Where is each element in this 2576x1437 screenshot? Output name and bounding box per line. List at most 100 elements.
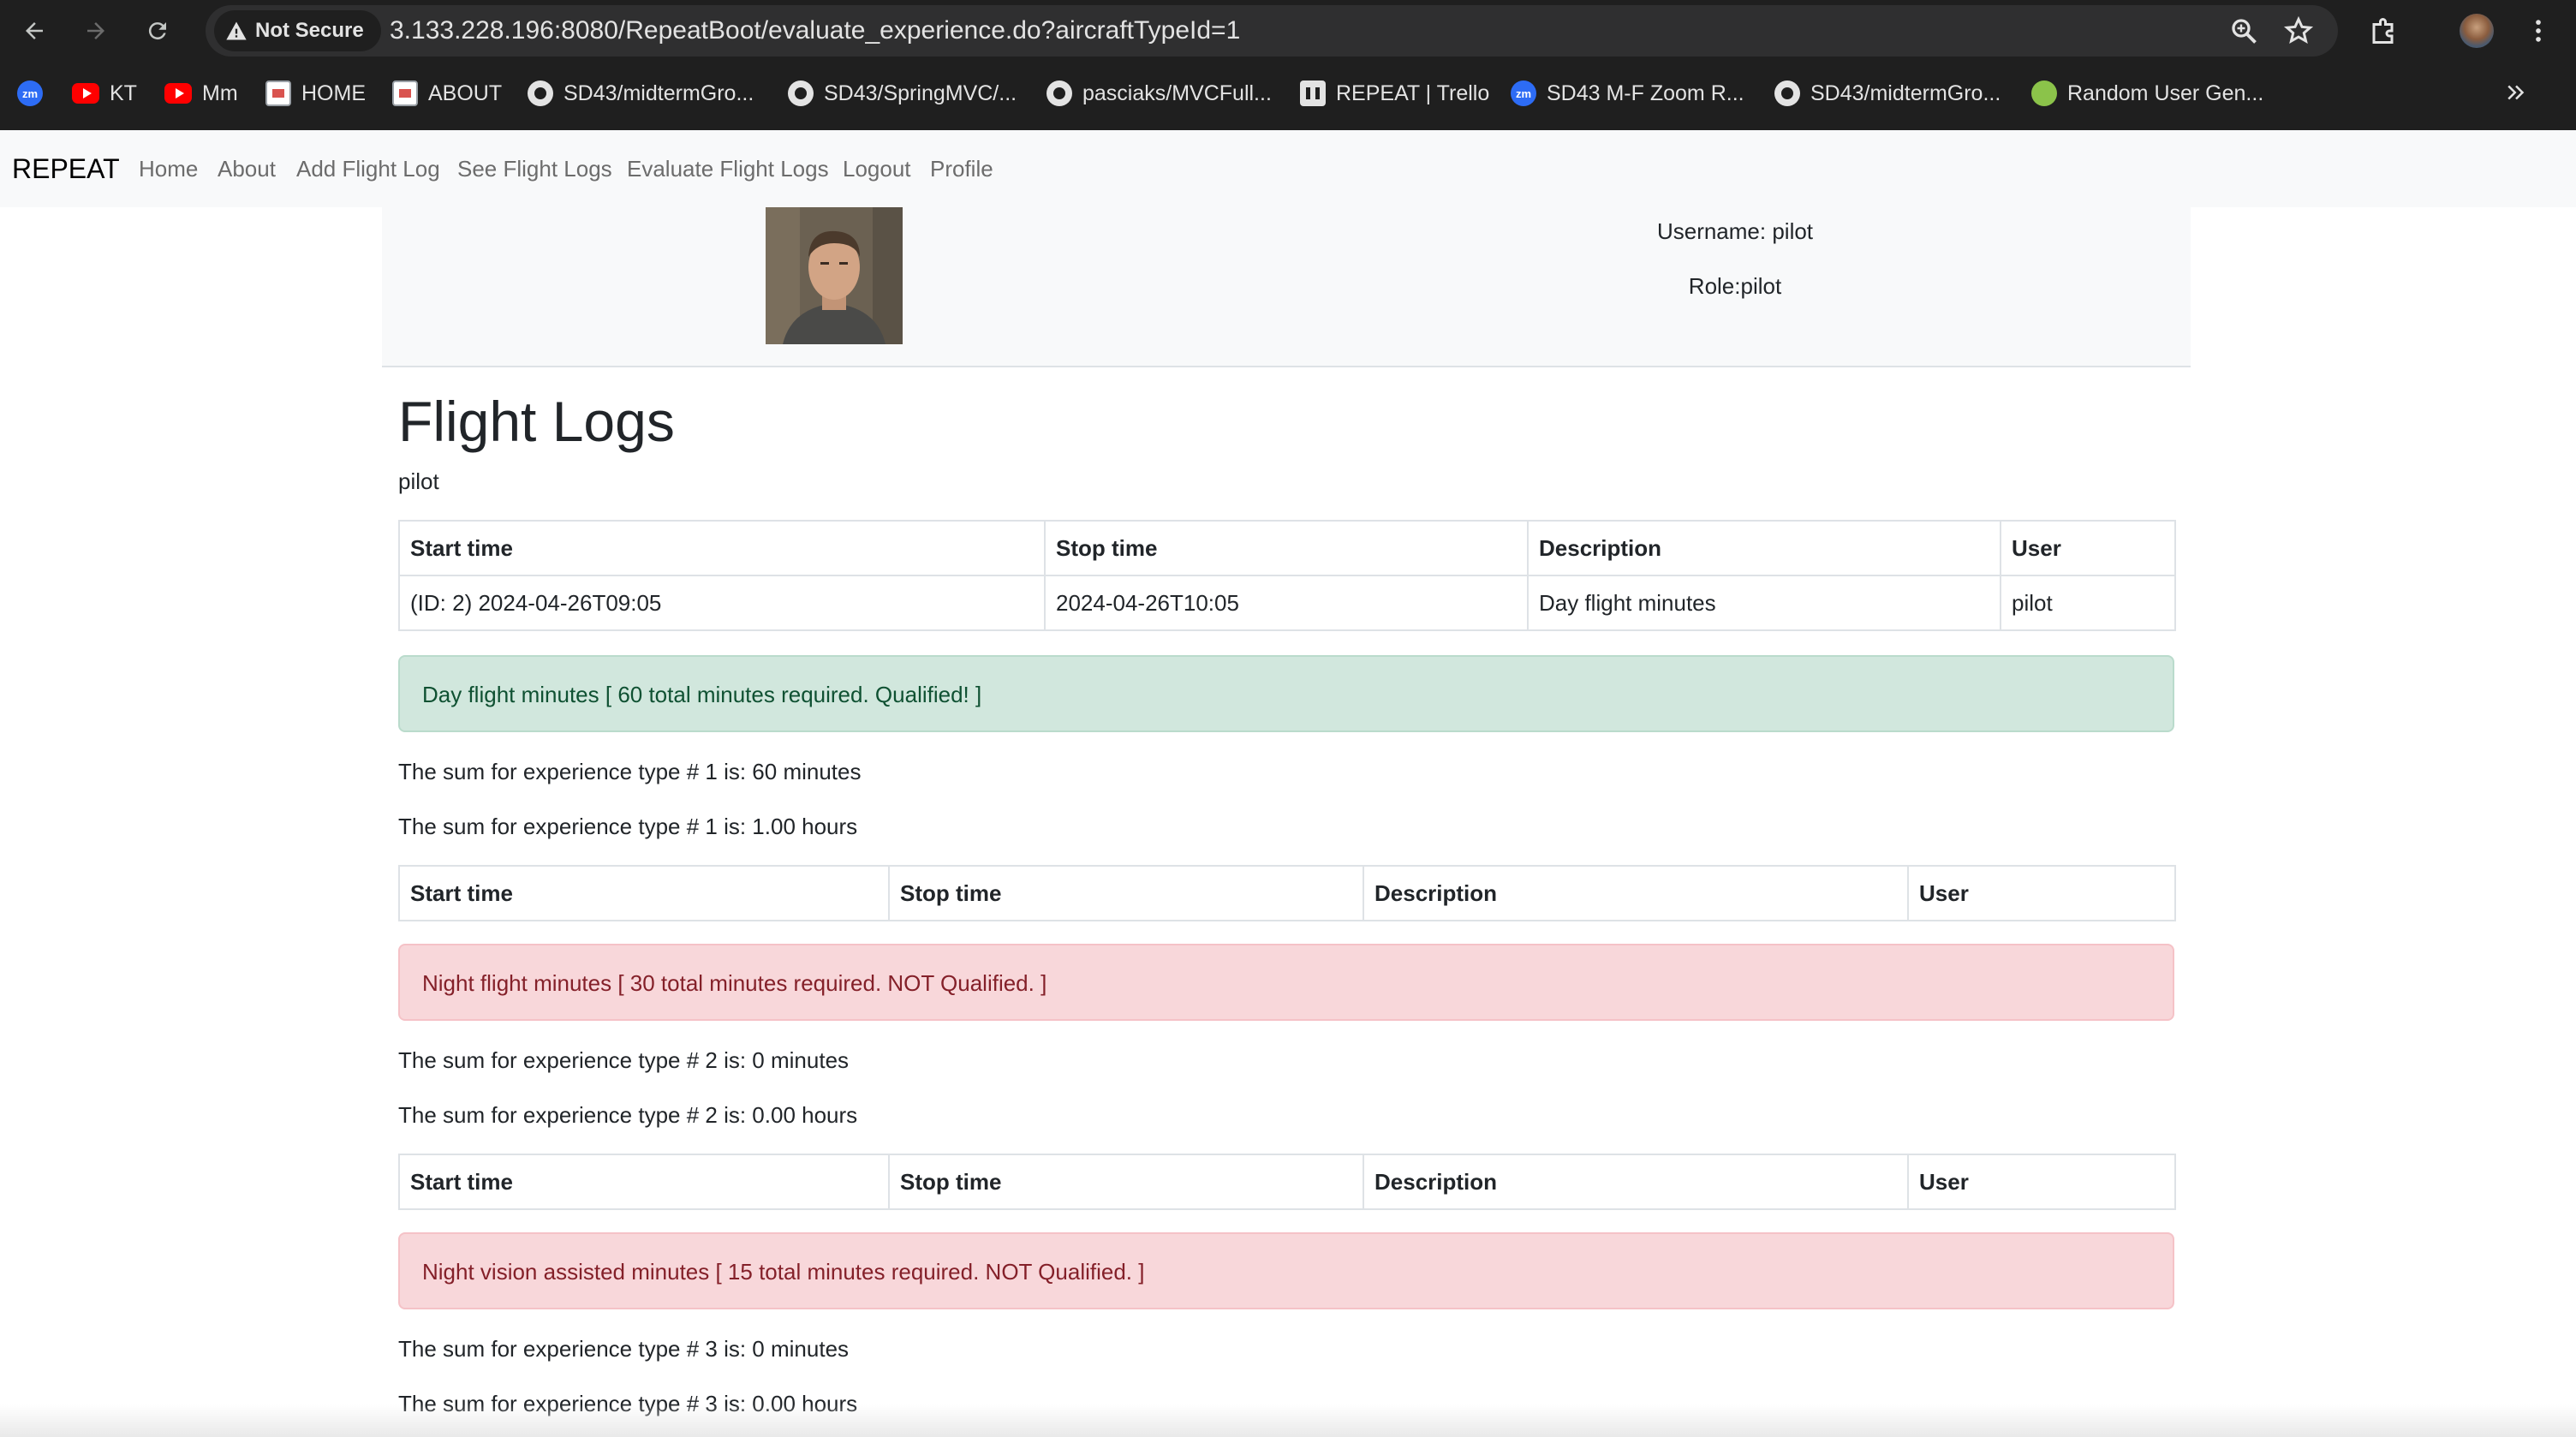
- sum-minutes-type-1: The sum for experience type # 1 is: 60 m…: [398, 759, 862, 784]
- browser-chrome: Not Secure 3.133.228.196:8080/RepeatBoot…: [0, 0, 2576, 130]
- bookmark-github-springmvc[interactable]: SD43/SpringMVC/...: [788, 72, 1017, 115]
- bookmark-label: SD43/SpringMVC/...: [824, 80, 1017, 105]
- column-header: Start time: [398, 1154, 890, 1210]
- username-label: Username: pilot: [1656, 218, 1814, 244]
- forward-button[interactable]: [77, 12, 115, 50]
- bookmark-label: KT: [110, 80, 137, 105]
- sum-hours-type-2: The sum for experience type # 2 is: 0.00…: [398, 1102, 858, 1128]
- table-header-row: Start time Stop time Description User: [398, 520, 2176, 576]
- random-user-icon: [2031, 80, 2057, 106]
- bookmarks-bar: zm KT Mm HOME ABOUT SD43/midtermGro... S…: [0, 72, 2576, 115]
- bookmark-home[interactable]: HOME: [265, 72, 366, 115]
- nav-evaluate-flight-logs[interactable]: Evaluate Flight Logs: [627, 130, 829, 207]
- bookmark-label: SD43/midtermGro...: [1810, 80, 2001, 105]
- column-header: Stop time: [888, 865, 1364, 921]
- flight-log-table-day: Start time Stop time Description User (I…: [398, 520, 2176, 631]
- bookmark-trello[interactable]: REPEAT | Trello: [1300, 72, 1489, 115]
- page-subtitle: pilot: [398, 468, 439, 494]
- stop-time-cell: 2024-04-26T10:05: [1044, 575, 1529, 631]
- zoom-icon: zm: [17, 80, 43, 106]
- column-header: Start time: [398, 865, 890, 921]
- user-cell: pilot: [2000, 575, 2176, 631]
- page-title: Flight Logs: [398, 390, 675, 453]
- zoom-magnifier-icon[interactable]: [2228, 15, 2259, 46]
- page-icon: [392, 80, 418, 106]
- bookmark-zoom[interactable]: zm: [17, 72, 43, 115]
- column-header: Start time: [398, 520, 1046, 576]
- github-icon: [1774, 80, 1800, 106]
- app-navbar: REPEAT Home About Add Flight Log See Fli…: [0, 130, 2576, 207]
- flight-log-table-night: Start time Stop time Description User: [398, 865, 2176, 921]
- qualification-alert-day: Day flight minutes [ 60 total minutes re…: [398, 655, 2174, 732]
- arrow-left-icon: [26, 22, 43, 39]
- nav-about[interactable]: About: [218, 130, 276, 207]
- qualification-alert-night: Night flight minutes [ 30 total minutes …: [398, 944, 2174, 1021]
- browser-toolbar: Not Secure 3.133.228.196:8080/RepeatBoot…: [0, 0, 2576, 62]
- profile-photo: [766, 207, 903, 344]
- extensions-button[interactable]: [2367, 14, 2401, 48]
- bookmark-zoom-room[interactable]: zm SD43 M-F Zoom R...: [1511, 72, 1744, 115]
- description-cell: Day flight minutes: [1527, 575, 2001, 631]
- start-time-cell: (ID: 2) 2024-04-26T09:05: [398, 575, 1046, 631]
- reload-button[interactable]: [139, 12, 176, 50]
- bookmark-random-user[interactable]: Random User Gen...: [2031, 72, 2263, 115]
- security-label: Not Secure: [255, 19, 364, 42]
- browser-menu-button[interactable]: [2521, 14, 2555, 48]
- bookmark-kt[interactable]: KT: [72, 72, 137, 115]
- url-text[interactable]: 3.133.228.196:8080/RepeatBoot/evaluate_e…: [390, 5, 1240, 57]
- table-header-row: Start time Stop time Description User: [398, 1154, 2176, 1210]
- warning-triangle-icon: [226, 21, 247, 40]
- nav-profile[interactable]: Profile: [930, 130, 993, 207]
- table-header-row: Start time Stop time Description User: [398, 865, 2176, 921]
- sum-minutes-type-2: The sum for experience type # 2 is: 0 mi…: [398, 1047, 850, 1073]
- bookmark-label: HOME: [301, 80, 366, 105]
- qualification-alert-night-vision: Night vision assisted minutes [ 15 total…: [398, 1232, 2174, 1309]
- role-label: Role:pilot: [1688, 273, 1782, 299]
- bookmark-github-midterm-1[interactable]: SD43/midtermGro...: [528, 72, 754, 115]
- column-header: Description: [1527, 520, 2001, 576]
- sum-hours-type-1: The sum for experience type # 1 is: 1.00…: [398, 814, 858, 839]
- zoom-icon: zm: [1511, 80, 1536, 106]
- trello-icon: [1300, 80, 1326, 106]
- bookmark-mm[interactable]: Mm: [164, 72, 238, 115]
- column-header: Description: [1363, 865, 1909, 921]
- column-header: Stop time: [888, 1154, 1364, 1210]
- bookmark-label: SD43/midtermGro...: [564, 80, 754, 105]
- kebab-menu-icon: [2536, 20, 2541, 42]
- bookmark-label: Random User Gen...: [2067, 80, 2264, 105]
- column-header: User: [1907, 1154, 2176, 1210]
- security-chip[interactable]: Not Secure: [214, 10, 381, 51]
- more-bookmarks-button[interactable]: [2497, 74, 2535, 111]
- reload-icon: [148, 22, 166, 40]
- bookmark-label: SD43 M-F Zoom R...: [1547, 80, 1744, 105]
- sum-minutes-type-3: The sum for experience type # 3 is: 0 mi…: [398, 1336, 850, 1362]
- bookmark-github-pasciaks[interactable]: pasciaks/MVCFull...: [1046, 72, 1272, 115]
- arrow-right-icon: [87, 22, 104, 39]
- flight-log-table-night-vision: Start time Stop time Description User: [398, 1154, 2176, 1210]
- page-icon: [265, 80, 291, 106]
- nav-add-flight-log[interactable]: Add Flight Log: [296, 130, 440, 207]
- double-chevron-right-icon: [2507, 85, 2525, 100]
- bookmark-label: pasciaks/MVCFull...: [1082, 80, 1272, 105]
- nav-logout[interactable]: Logout: [843, 130, 911, 207]
- address-bar[interactable]: Not Secure 3.133.228.196:8080/RepeatBoot…: [206, 5, 2338, 57]
- github-icon: [1046, 80, 1072, 106]
- column-header: User: [1907, 865, 2176, 921]
- star-icon[interactable]: [2283, 15, 2314, 46]
- user-portrait-icon: [766, 207, 903, 344]
- bottom-fade: [0, 1404, 2576, 1437]
- puzzle-icon: [2372, 18, 2394, 44]
- bookmark-label: ABOUT: [428, 80, 503, 105]
- column-header: User: [2000, 520, 2176, 576]
- browser-profile-avatar[interactable]: [2460, 14, 2494, 48]
- column-header: Stop time: [1044, 520, 1529, 576]
- bookmark-github-midterm-2[interactable]: SD43/midtermGro...: [1774, 72, 2001, 115]
- back-button[interactable]: [15, 12, 53, 50]
- bookmark-about[interactable]: ABOUT: [392, 72, 502, 115]
- nav-home[interactable]: Home: [139, 130, 198, 207]
- github-icon: [788, 80, 814, 106]
- nav-see-flight-logs[interactable]: See Flight Logs: [457, 130, 612, 207]
- brand-link[interactable]: REPEAT: [12, 130, 120, 207]
- bookmark-label: REPEAT | Trello: [1336, 80, 1490, 105]
- github-icon: [528, 80, 553, 106]
